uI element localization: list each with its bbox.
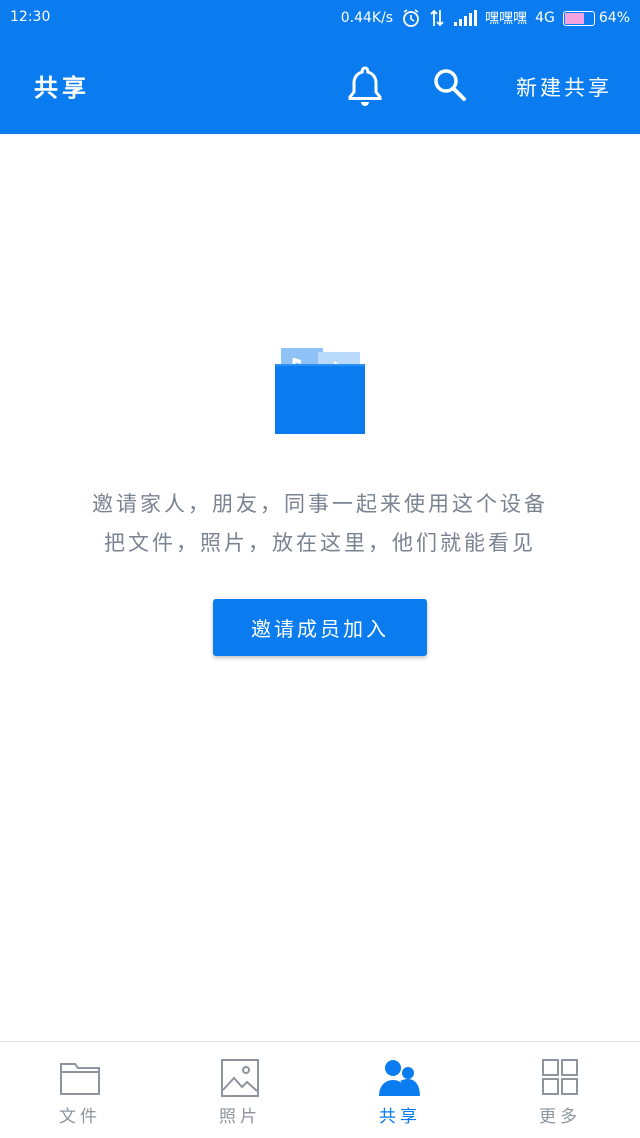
empty-state-message-line1: 邀请家人，朋友，同事一起来使用这个设备: [92, 492, 548, 516]
invite-members-button[interactable]: 邀请成员加入: [213, 599, 427, 656]
page-title: 共享: [34, 74, 90, 102]
tab-share-label: 共享: [379, 1107, 421, 1127]
status-bar: 12:30 0.44K/s 嘿嘿嘿 4G 64%: [0, 0, 640, 36]
grid-icon: [539, 1058, 581, 1098]
tab-share[interactable]: 共享: [320, 1042, 480, 1138]
tab-more[interactable]: 更多: [480, 1042, 640, 1138]
tab-files-label: 文件: [59, 1107, 101, 1127]
people-icon: [379, 1058, 421, 1098]
battery-percent: 64%: [598, 10, 630, 26]
tab-files[interactable]: 文件: [0, 1042, 160, 1138]
bottom-nav: 文件 照片 共享 更多: [0, 1041, 640, 1138]
network-type: 4G: [535, 10, 555, 26]
shared-media-folder-icon: [272, 348, 368, 436]
folder-icon: [59, 1058, 101, 1098]
data-transfer-icon: [429, 8, 445, 28]
search-icon[interactable]: [431, 66, 469, 104]
tab-more-label: 更多: [539, 1107, 581, 1127]
tab-photos-label: 照片: [219, 1107, 261, 1127]
battery-indicator: 64%: [562, 10, 630, 26]
tab-photos[interactable]: 照片: [160, 1042, 320, 1138]
app-bar: 共享 新建共享: [0, 36, 640, 134]
battery-icon: [562, 10, 595, 26]
alarm-icon: [401, 8, 421, 28]
status-time: 12:30: [10, 9, 51, 25]
network-speed: 0.44K/s: [340, 10, 394, 26]
image-icon: [219, 1058, 261, 1098]
status-indicators: 0.44K/s 嘿嘿嘿 4G 64%: [341, 8, 630, 28]
carrier-name: 嘿嘿嘿: [485, 11, 528, 27]
new-share-button[interactable]: 新建共享: [516, 72, 612, 102]
bell-icon[interactable]: [346, 64, 384, 108]
empty-state-message-line2: 把文件，照片，放在这里，他们就能看见: [104, 531, 536, 555]
signal-icon: [453, 8, 478, 28]
